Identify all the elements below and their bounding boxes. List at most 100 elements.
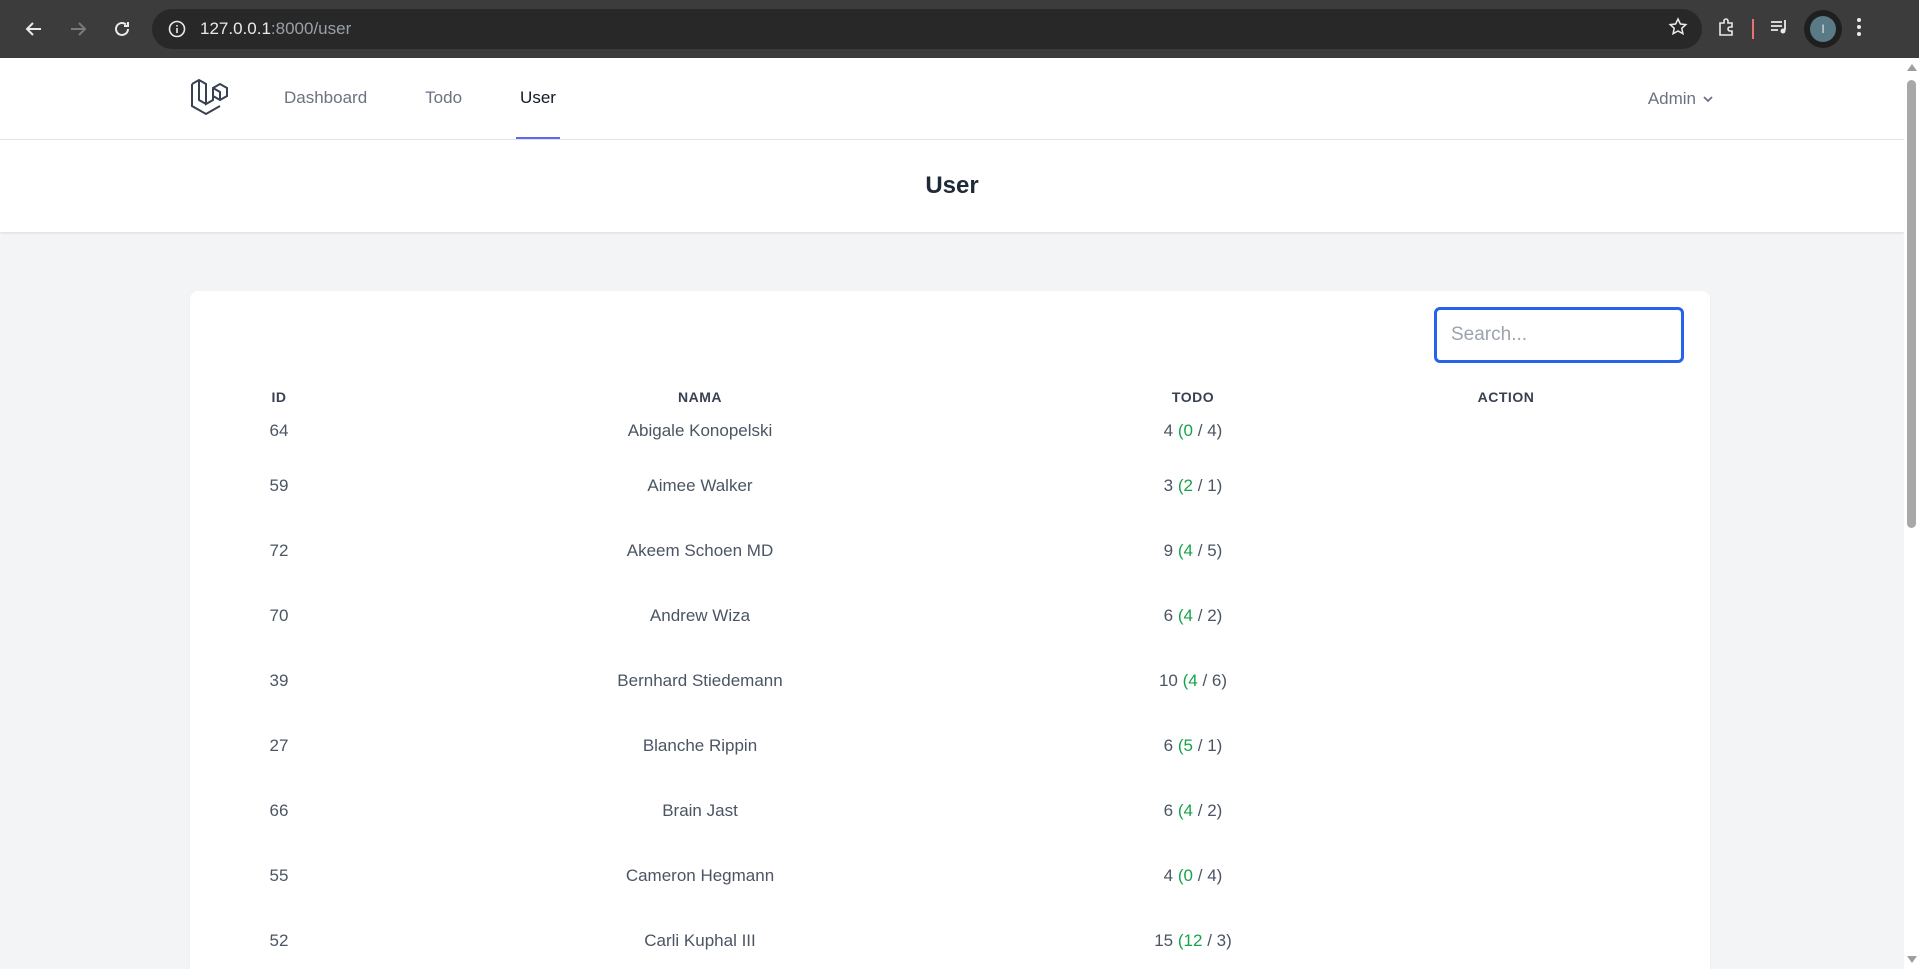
cell-name: Blanche Rippin <box>642 735 758 755</box>
cell-name: Cameron Hegmann <box>625 865 775 885</box>
cell-action <box>1328 518 1684 583</box>
cell-action <box>1328 648 1684 713</box>
reload-icon <box>115 21 129 36</box>
column-header-todo[interactable]: TODO <box>1058 385 1328 409</box>
table-row: 39 Bernhard Stiedemann 10 (4 / 6) <box>216 648 1684 713</box>
bookmark-star-icon[interactable] <box>1668 16 1688 42</box>
cell-action <box>1328 453 1684 518</box>
nav-link-todo[interactable]: Todo <box>421 58 466 139</box>
table-row: 72 Akeem Schoen MD 9 (4 / 5) <box>216 518 1684 583</box>
cell-id: 52 <box>269 930 289 950</box>
table-row: 59 Aimee Walker 3 (2 / 1) <box>216 453 1684 518</box>
users-card: ID NAMA TODO ACTION 64Abigale Konopelski… <box>190 291 1710 969</box>
todo-total: 9 <box>1163 540 1174 560</box>
todo-total: 6 <box>1163 800 1174 820</box>
cell-todo: 3 (2 / 1) <box>1163 475 1223 495</box>
table-row: 27 Blanche Rippin 6 (5 / 1) <box>216 713 1684 778</box>
todo-total: 3 <box>1163 475 1174 495</box>
todo-pending-count: 2 <box>1207 800 1217 820</box>
users-table: ID NAMA TODO ACTION 64 Abigale Konopelski… <box>216 385 1684 969</box>
cell-action <box>1328 843 1684 908</box>
page-scrollbar[interactable] <box>1904 58 1919 969</box>
nav-link-user[interactable]: User <box>516 58 560 139</box>
cell-name: Abigale Konopelski <box>627 421 773 440</box>
page-viewport: Dashboard Todo User Admin User ID NAMA TOD… <box>0 58 1919 969</box>
nav-link-dashboard[interactable]: Dashboard <box>280 58 371 139</box>
table-header-row: ID NAMA TODO ACTION <box>216 385 1684 409</box>
cell-todo: 4 (0 / 4) <box>1163 421 1223 440</box>
todo-pending-count: 2 <box>1207 605 1217 625</box>
column-header-id[interactable]: ID <box>216 385 342 409</box>
cell-id: 27 <box>269 735 289 755</box>
address-bar[interactable]: 127.0.0.1:8000/user <box>152 9 1702 49</box>
todo-pending-count: 1 <box>1207 735 1217 755</box>
scroll-down-arrow-icon[interactable] <box>1907 956 1917 963</box>
laravel-logo-icon[interactable] <box>190 58 234 139</box>
cell-id: 39 <box>269 670 289 690</box>
cell-name: Akeem Schoen MD <box>626 540 774 560</box>
profile-initial: I <box>1810 16 1836 42</box>
todo-pending-count: 1 <box>1207 475 1217 495</box>
cell-todo: 9 (4 / 5) <box>1163 540 1223 560</box>
cell-id: 64 <box>269 421 289 440</box>
todo-total: 4 <box>1163 865 1174 885</box>
reload-button[interactable] <box>100 9 144 49</box>
todo-total: 15 <box>1154 930 1174 950</box>
user-name: Admin <box>1647 88 1696 108</box>
cell-action <box>1328 908 1684 969</box>
search-input[interactable] <box>1434 307 1684 363</box>
todo-pending-count: 4 <box>1207 421 1217 440</box>
scroll-up-arrow-icon[interactable] <box>1907 64 1917 71</box>
cell-name: Andrew Wiza <box>649 605 751 625</box>
table-row: 55 Cameron Hegmann 4 (0 / 4) <box>216 843 1684 908</box>
todo-done-count: 0 <box>1183 865 1194 885</box>
todo-done-count: 4 <box>1188 670 1198 690</box>
cell-id: 66 <box>269 800 289 820</box>
cell-name: Bernhard Stiedemann <box>617 670 783 690</box>
url-host: 127.0.0.1 <box>200 19 271 38</box>
column-header-action: ACTION <box>1477 389 1535 405</box>
column-header-nama[interactable]: NAMA <box>342 385 1058 409</box>
cell-name: Carli Kuphal III <box>644 930 756 950</box>
site-info-icon[interactable] <box>166 18 188 40</box>
cell-todo: 6 (4 / 2) <box>1163 800 1223 820</box>
todo-done-count: 4 <box>1183 540 1194 560</box>
table-row: 70 Andrew Wiza 6 (4 / 2) <box>216 583 1684 648</box>
todo-pending-count: 4 <box>1207 865 1217 885</box>
todo-pending-count: 3 <box>1216 930 1227 950</box>
todo-total: 4 <box>1163 421 1174 440</box>
todo-pending-count: 6 <box>1211 670 1222 690</box>
back-arrow-icon <box>25 22 41 36</box>
todo-done-count: 5 <box>1183 735 1194 755</box>
cell-action <box>1328 713 1684 778</box>
user-dropdown-button[interactable]: Admin <box>1648 58 1714 139</box>
media-queue-icon[interactable] <box>1768 16 1790 43</box>
chevron-down-icon <box>1703 95 1713 102</box>
todo-total: 6 <box>1163 605 1174 625</box>
cell-action <box>1328 583 1684 648</box>
todo-done-count: 0 <box>1183 421 1194 440</box>
cell-id: 59 <box>269 475 289 495</box>
scrollbar-thumb[interactable] <box>1907 80 1916 528</box>
back-button[interactable] <box>12 9 56 49</box>
more-menu-icon[interactable] <box>1856 17 1862 42</box>
todo-done-count: 12 <box>1183 930 1203 950</box>
forward-arrow-icon <box>71 22 87 36</box>
cell-action <box>1328 778 1684 843</box>
todo-total: 10 <box>1158 670 1178 690</box>
todo-pending-count: 5 <box>1207 540 1217 560</box>
cell-id: 72 <box>269 540 289 560</box>
cell-id: 55 <box>269 865 289 885</box>
forward-button[interactable] <box>56 9 100 49</box>
profile-avatar[interactable]: I <box>1804 10 1842 48</box>
extensions-icon[interactable] <box>1716 16 1738 43</box>
page-title: User <box>925 172 979 199</box>
table-row: 66 Brain Jast 6 (4 / 2) <box>216 778 1684 843</box>
cell-id: 70 <box>269 605 289 625</box>
page-header: User <box>0 140 1904 232</box>
cell-name: Aimee Walker <box>647 475 753 495</box>
cell-todo: 6 (4 / 2) <box>1163 605 1223 625</box>
cell-todo: 6 (5 / 1) <box>1163 735 1223 755</box>
browser-toolbar: 127.0.0.1:8000/user I <box>0 0 1919 58</box>
divider <box>1752 19 1754 39</box>
